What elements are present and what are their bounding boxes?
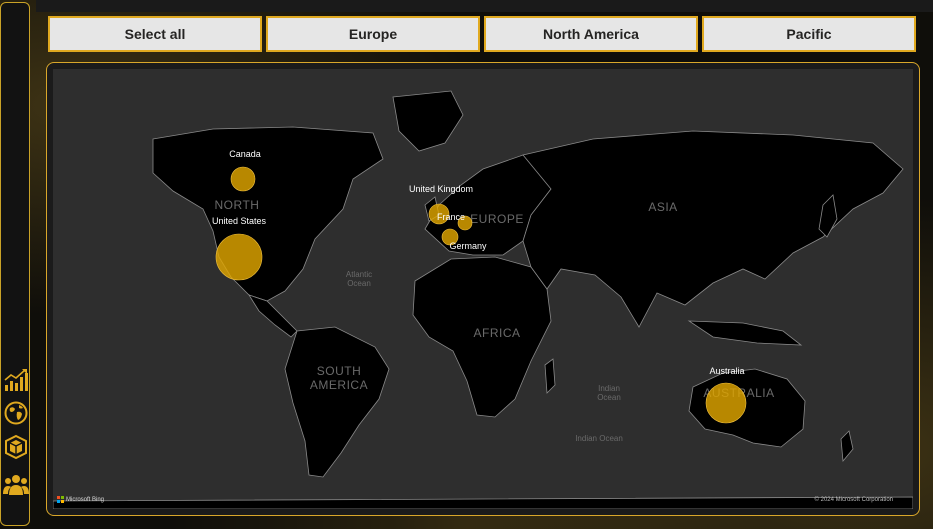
bubble-australia[interactable] xyxy=(705,382,747,424)
slicer-button-select-all[interactable]: Select all xyxy=(48,16,262,52)
region-label-europe: EUROPE xyxy=(470,212,524,226)
bubble-canada[interactable] xyxy=(230,166,256,192)
landmass-new-zealand xyxy=(840,430,854,462)
landmass-asia xyxy=(522,130,904,328)
ocean-label-atlantic: Atlantic xyxy=(346,270,372,279)
bubble-map[interactable]: NORTH SOUTH AMERICA EUROPE AFRICA ASIA A… xyxy=(53,69,913,509)
slicer-button-europe[interactable]: Europe xyxy=(266,16,480,52)
map-canvas: NORTH SOUTH AMERICA EUROPE AFRICA ASIA A… xyxy=(53,90,913,509)
region-label-south-america: SOUTH xyxy=(317,364,362,378)
country-label-germany: Germany xyxy=(449,241,487,251)
ocean-label-indian-ocean: Indian Ocean xyxy=(575,434,623,443)
bing-attribution[interactable]: Microsoft Bing xyxy=(57,496,104,503)
map-copyright: © 2024 Microsoft Corporation xyxy=(814,497,893,503)
package-icon[interactable] xyxy=(3,434,29,460)
region-label-asia: ASIA xyxy=(648,200,677,214)
ocean-label-indian: Ocean xyxy=(597,393,621,402)
country-label-united-states: United States xyxy=(212,216,267,226)
region-slicer: Select all Europe North America Pacific xyxy=(46,14,918,56)
sidebar xyxy=(0,2,30,526)
landmass-central-america xyxy=(248,294,298,338)
ocean-label-indian: Indian xyxy=(598,384,620,393)
bar-chart-growth-icon[interactable] xyxy=(3,367,29,393)
landmass-south-america xyxy=(284,326,390,478)
landmass-madagascar xyxy=(544,358,556,394)
landmass-greenland xyxy=(392,90,464,152)
slicer-button-north-america[interactable]: North America xyxy=(484,16,698,52)
country-label-canada: Canada xyxy=(229,149,261,159)
slicer-button-pacific[interactable]: Pacific xyxy=(702,16,916,52)
region-label-africa: AFRICA xyxy=(473,326,520,340)
landmass-antarctica xyxy=(53,496,913,509)
country-label-australia: Australia xyxy=(709,366,744,376)
microsoft-logo-icon xyxy=(57,496,64,503)
team-icon[interactable] xyxy=(3,471,29,497)
country-label-united-kingdom: United Kingdom xyxy=(409,184,473,194)
map-visual-frame: NORTH SOUTH AMERICA EUROPE AFRICA ASIA A… xyxy=(46,62,920,516)
country-label-france: France xyxy=(437,212,465,222)
landmass-indonesia xyxy=(687,320,803,346)
region-label-north-america: NORTH xyxy=(215,198,260,212)
globe-icon[interactable] xyxy=(3,400,29,426)
ocean-label-atlantic: Ocean xyxy=(347,279,371,288)
bubble-united-states[interactable] xyxy=(215,233,263,281)
bing-attribution-text: Microsoft Bing xyxy=(66,496,105,503)
top-strip xyxy=(36,0,933,12)
region-label-south-america: AMERICA xyxy=(310,378,368,392)
